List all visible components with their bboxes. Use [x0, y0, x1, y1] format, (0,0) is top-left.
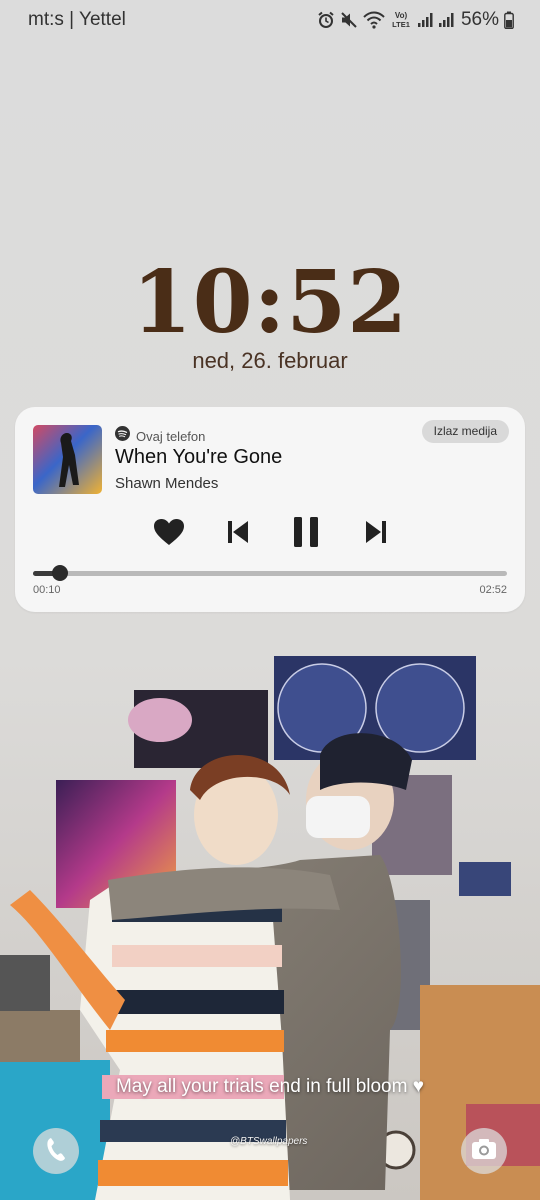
media-controls	[15, 512, 525, 552]
mute-icon	[340, 11, 358, 29]
media-player-card[interactable]: Ovaj telefon Izlaz medija When You're Go…	[15, 407, 525, 612]
media-elapsed-time: 00:10	[33, 584, 61, 596]
media-total-time: 02:52	[479, 584, 507, 596]
spotify-icon	[115, 426, 130, 446]
next-track-icon[interactable]	[363, 512, 389, 552]
camera-icon	[471, 1138, 497, 1165]
status-bar: mt:s | Yettel Vo) LTE1 56%	[0, 0, 540, 40]
svg-text:LTE1: LTE1	[392, 20, 410, 29]
pause-icon[interactable]	[291, 512, 321, 552]
media-source-label: Ovaj telefon	[136, 428, 206, 444]
previous-track-icon[interactable]	[225, 512, 251, 552]
carrier-label: mt:s | Yettel	[28, 9, 126, 30]
battery-icon	[504, 11, 514, 29]
battery-percent: 56%	[460, 9, 499, 30]
signal-icon	[417, 12, 433, 28]
lockscreen-clock: 10:52	[131, 252, 409, 353]
song-artist: Shawn Mendes	[115, 475, 219, 492]
camera-shortcut-button[interactable]	[461, 1128, 507, 1174]
wifi-icon	[363, 11, 385, 29]
svg-text:Vo): Vo)	[395, 11, 408, 20]
media-source: Ovaj telefon	[115, 426, 205, 446]
signal-icon	[438, 12, 454, 28]
volte-lte1-icon: Vo) LTE1	[390, 10, 412, 30]
album-art[interactable]	[33, 425, 102, 494]
like-heart-icon[interactable]	[151, 512, 187, 552]
lockscreen-date: ned, 26. februar	[192, 348, 348, 373]
wallpaper-watermark: @BTSwallpapers	[230, 1136, 308, 1147]
wallpaper-caption: May all your trials end in full bloom ♥	[115, 1076, 425, 1097]
status-icons: Vo) LTE1 56%	[317, 8, 514, 32]
song-title: When You're Gone	[115, 446, 283, 468]
phone-icon	[45, 1136, 67, 1167]
phone-shortcut-button[interactable]	[33, 1128, 79, 1174]
exit-media-button[interactable]: Izlaz medija	[421, 420, 509, 443]
alarm-icon	[317, 11, 335, 29]
media-progress-thumb[interactable]	[52, 565, 69, 581]
media-progress-bar[interactable]	[33, 565, 507, 581]
